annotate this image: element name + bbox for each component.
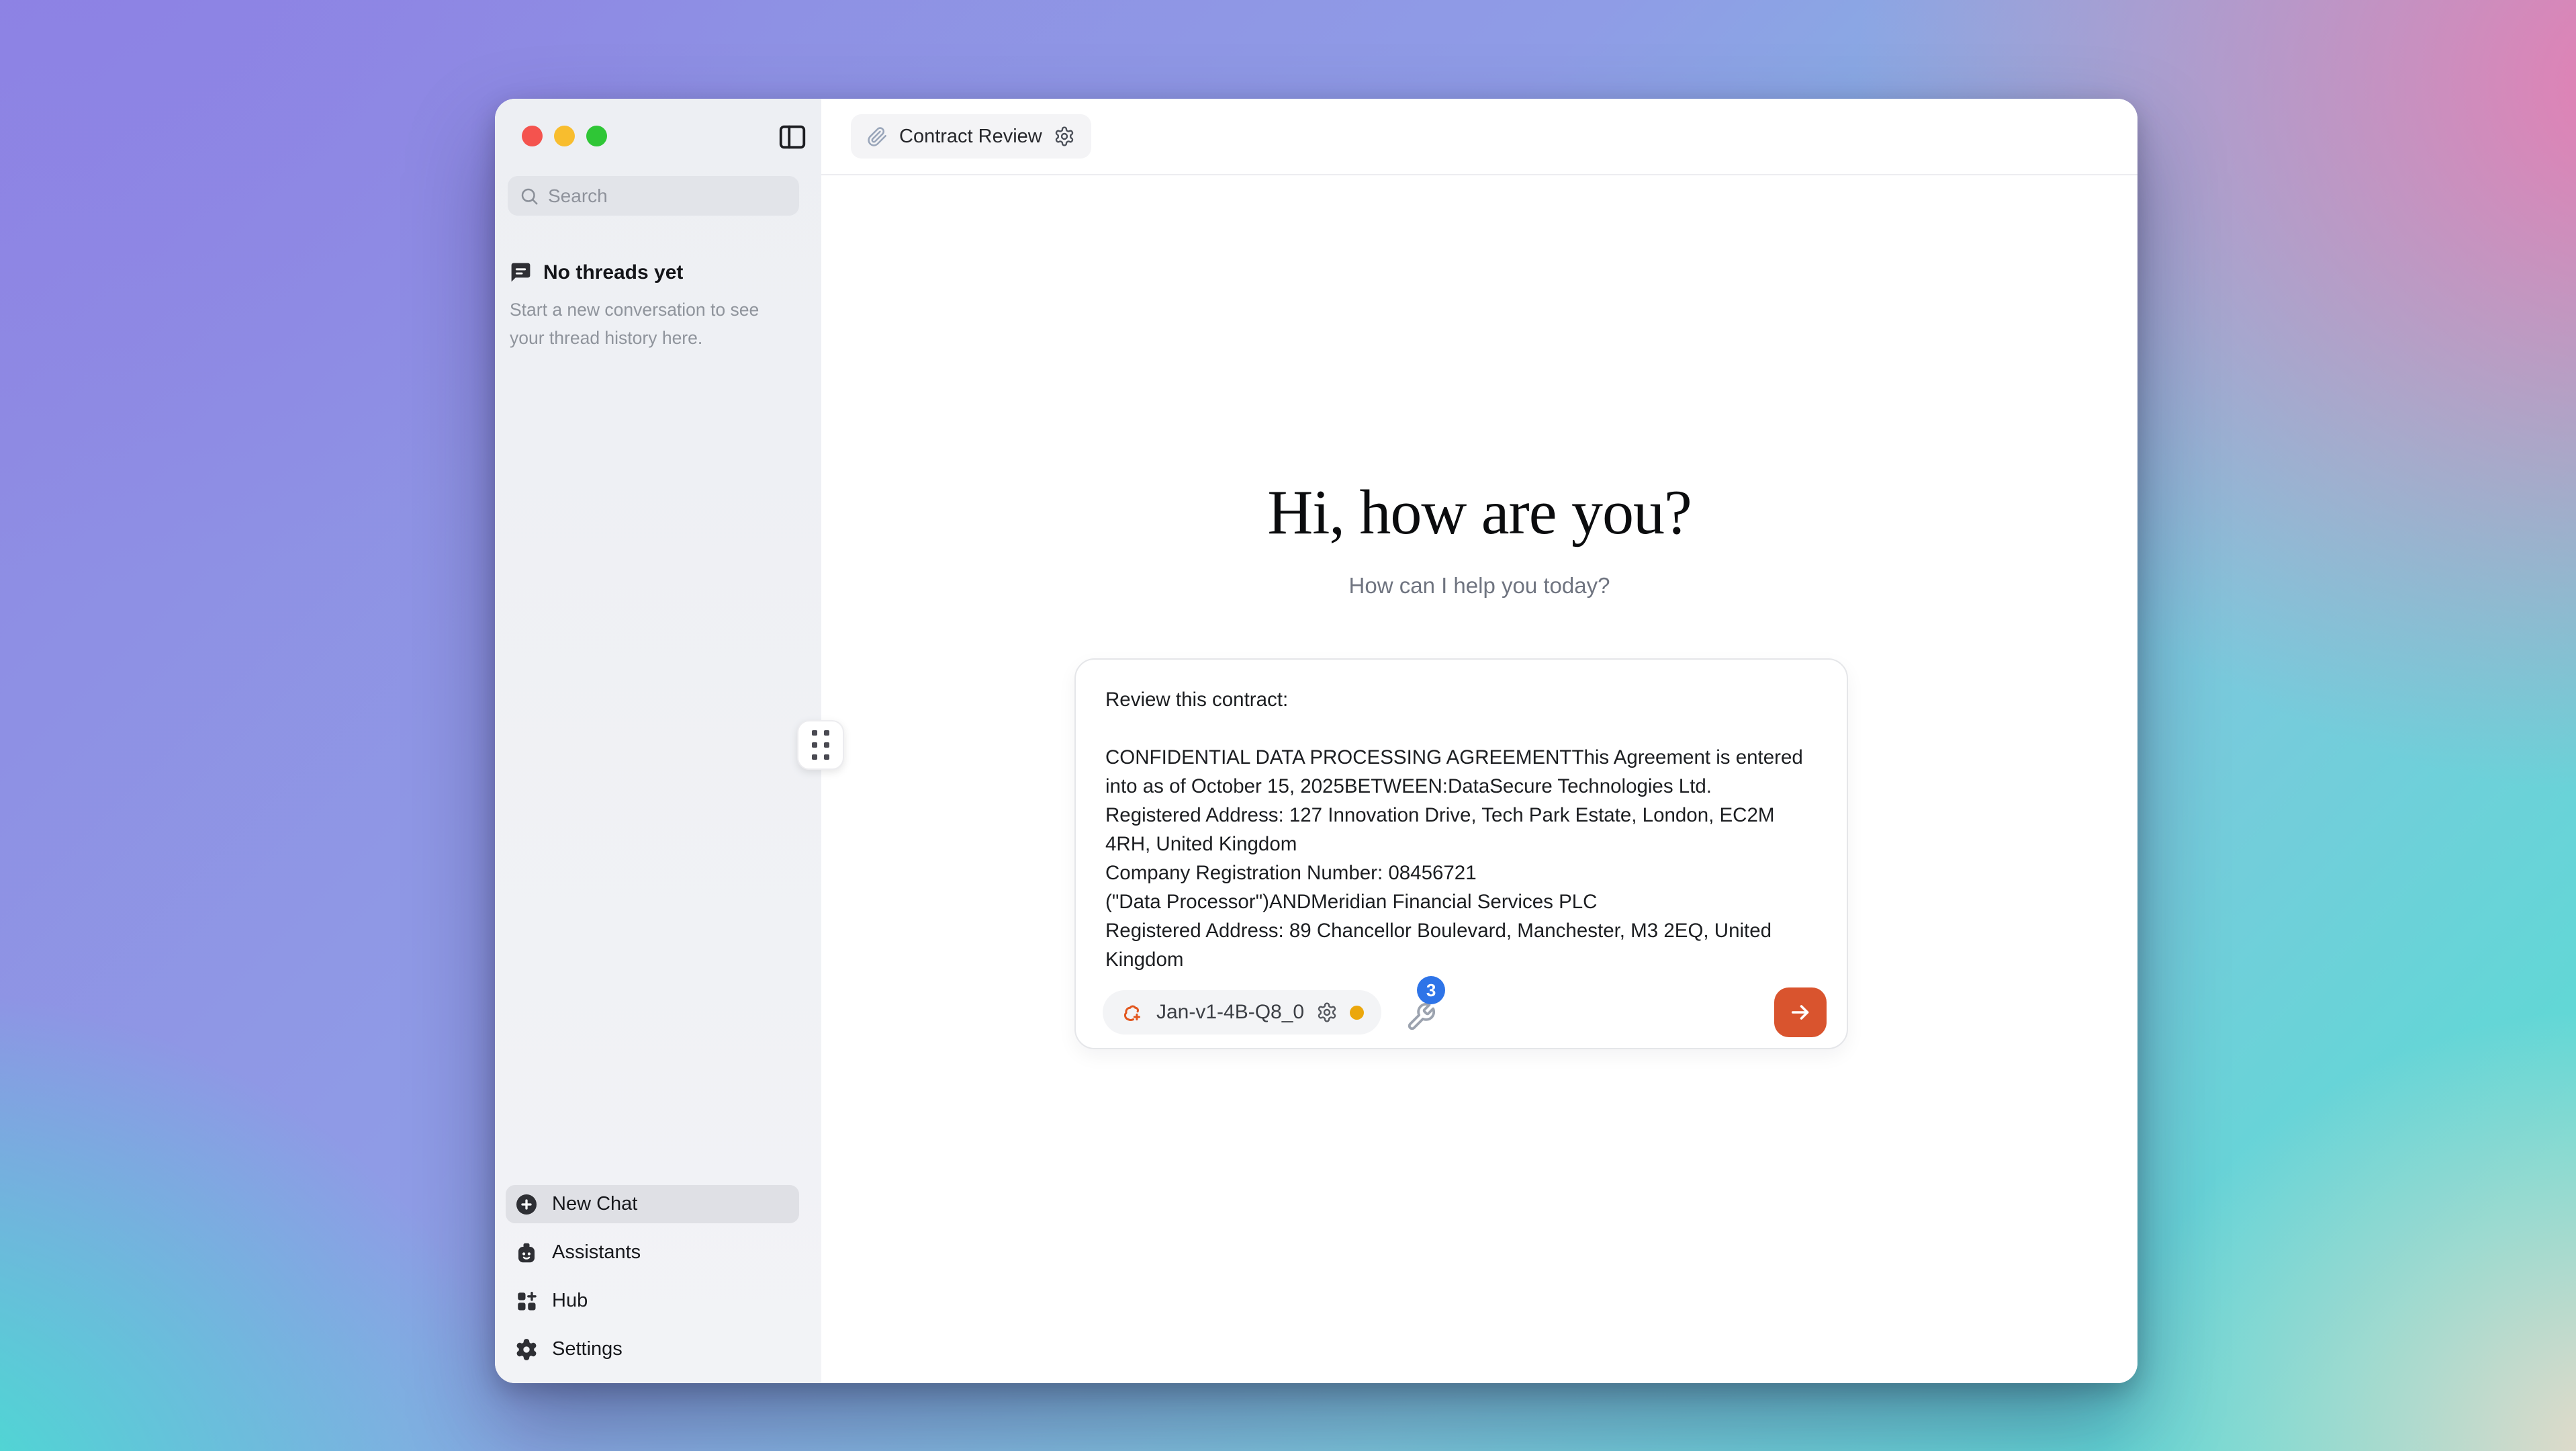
chat-content: Hi, how are you? How can I help you toda… <box>821 175 2137 1383</box>
tools-button[interactable]: 3 <box>1406 992 1438 1032</box>
sidebar: Search No threads yet Start a new conver… <box>495 99 821 1383</box>
composer-toolbar: Jan-v1-4B-Q8_0 3 <box>1103 987 1827 1037</box>
close-button[interactable] <box>522 126 543 146</box>
paperclip-icon <box>867 126 888 147</box>
search-placeholder: Search <box>548 185 608 207</box>
model-settings-icon[interactable] <box>1316 1002 1338 1023</box>
window-controls <box>522 126 607 146</box>
greeting: Hi, how are you? How can I help you toda… <box>821 476 2137 599</box>
assistant-selector[interactable]: Contract Review <box>851 114 1091 159</box>
desktop-background: Search No threads yet Start a new conver… <box>0 0 2576 1451</box>
model-status-dot <box>1350 1006 1364 1020</box>
grid-plus-icon <box>514 1289 539 1313</box>
main-panel: Contract Review Hi, how are you? How can… <box>821 99 2137 1383</box>
zoom-button[interactable] <box>586 126 607 146</box>
message-input[interactable]: Review this contract: CONFIDENTIAL DATA … <box>1105 685 1831 978</box>
minimize-button[interactable] <box>554 126 575 146</box>
assistant-bot-icon <box>514 1241 539 1265</box>
message-square-icon <box>508 260 533 285</box>
greeting-title: Hi, how are you? <box>821 476 2137 549</box>
empty-state-title: No threads yet <box>543 261 683 284</box>
sidebar-item-label: New Chat <box>552 1193 637 1215</box>
greeting-subtitle: How can I help you today? <box>821 573 2137 599</box>
arrow-right-icon <box>1788 1000 1812 1024</box>
send-button[interactable] <box>1774 987 1827 1037</box>
sidebar-nav: New Chat Assistants Hub <box>506 1185 799 1368</box>
empty-state-subtitle: Start a new conversation to see your thr… <box>510 296 797 352</box>
gear-icon <box>514 1337 539 1362</box>
sidebar-item-new-chat[interactable]: New Chat <box>506 1185 799 1223</box>
model-name: Jan-v1-4B-Q8_0 <box>1156 1001 1304 1024</box>
app-window: Search No threads yet Start a new conver… <box>495 99 2137 1383</box>
sidebar-item-assistants[interactable]: Assistants <box>506 1233 799 1272</box>
assistant-settings-icon[interactable] <box>1054 126 1075 147</box>
sidebar-item-label: Hub <box>552 1290 588 1312</box>
tools-count-badge: 3 <box>1417 976 1445 1004</box>
composer-card: Review this contract: CONFIDENTIAL DATA … <box>1074 658 1848 1049</box>
threads-empty-state: No threads yet Start a new conversation … <box>508 260 797 352</box>
sidebar-resize-handle[interactable] <box>797 720 844 770</box>
sidebar-item-hub[interactable]: Hub <box>506 1282 799 1320</box>
sidebar-item-label: Settings <box>552 1338 623 1360</box>
panel-left-icon <box>777 122 808 152</box>
sidebar-toggle-button[interactable] <box>777 122 808 152</box>
sidebar-item-label: Assistants <box>552 1241 641 1264</box>
search-icon <box>519 186 539 206</box>
plus-circle-icon <box>514 1192 539 1217</box>
assistant-name: Contract Review <box>899 126 1042 148</box>
sidebar-item-settings[interactable]: Settings <box>506 1330 799 1368</box>
wrench-icon <box>1406 1002 1436 1032</box>
model-selector[interactable]: Jan-v1-4B-Q8_0 <box>1103 990 1381 1035</box>
search-input[interactable]: Search <box>508 176 799 216</box>
model-provider-icon <box>1120 1000 1144 1024</box>
main-header: Contract Review <box>821 99 2137 175</box>
